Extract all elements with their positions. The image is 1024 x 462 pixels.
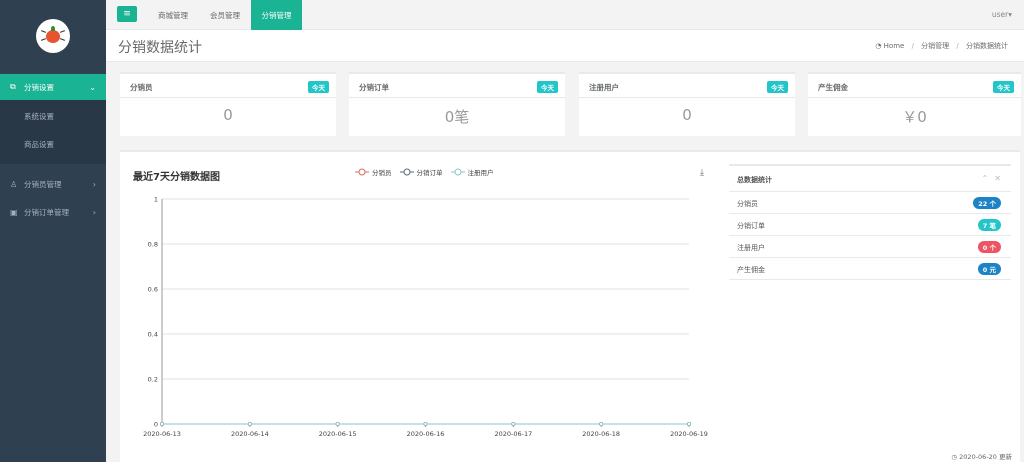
summary-row-registered-users: 注册用户 0 个 xyxy=(729,236,1011,258)
summary-box: 总数据统计 ⌃ ✕ 分销员 22 个 分销订单 7 笔 注册用户 0 个 产生佣… xyxy=(729,164,1011,282)
card-value: 0笔 xyxy=(444,108,470,126)
count-badge: 7 笔 xyxy=(977,219,1001,231)
stat-card-orders: 分销订单 今天 0笔 xyxy=(349,72,565,136)
sitemap-icon: ⧉ xyxy=(10,82,16,91)
today-badge: 今天 xyxy=(993,81,1014,93)
x-tick-label: 2020-06-19 xyxy=(670,430,708,438)
sidebar-item-label: 分销订单管理 xyxy=(24,207,69,217)
dashboard-icon: ◔ xyxy=(875,42,882,50)
last-updated: ◷ 2020-06-20 更新 xyxy=(951,451,1012,461)
sidebar: ⧉ 分销设置 ⌄ 系统设置 商品设置 ♙ 分销员管理 › ▣ 分销订单管理 › xyxy=(0,0,106,462)
logo-spark-icon xyxy=(40,38,47,41)
top-navbar: ≡ 商城管理 会员管理 分销管理 user▾ xyxy=(106,0,1024,30)
summary-row-distributors: 分销员 22 个 xyxy=(729,192,1011,214)
stat-card-commission: 产生佣金 今天 ￥0 xyxy=(808,72,1021,136)
card-value: 0 xyxy=(682,106,692,124)
sidebar-item-distributors[interactable]: ♙ 分销员管理 › xyxy=(0,170,106,198)
close-icon[interactable]: ✕ xyxy=(994,174,1001,183)
summary-tools: ⌃ ✕ xyxy=(982,174,1001,183)
sidebar-subitem-system-settings[interactable]: 系统设置 xyxy=(0,102,106,130)
logo-fruit-icon xyxy=(46,25,60,43)
tab-distribution-management[interactable]: 分销管理 xyxy=(251,0,302,30)
user-dropdown[interactable]: user▾ xyxy=(992,10,1012,19)
y-tick-label: 0.4 xyxy=(148,331,158,339)
x-tick-label: 2020-06-15 xyxy=(319,430,357,438)
summary-row-orders: 分销订单 7 笔 xyxy=(729,214,1011,236)
summary-label: 分销员 xyxy=(737,200,758,208)
data-point xyxy=(335,421,340,426)
tab-member-management[interactable]: 会员管理 xyxy=(199,0,251,30)
summary-header: 总数据统计 ⌃ ✕ xyxy=(729,166,1011,192)
card-title: 注册用户 xyxy=(589,83,619,92)
x-tick-label: 2020-06-17 xyxy=(494,430,532,438)
y-tick-label: 0.6 xyxy=(148,286,158,294)
stat-card-registered-users: 注册用户 今天 0 xyxy=(579,72,795,136)
chevron-right-icon: › xyxy=(92,179,96,189)
y-tick-label: 0 xyxy=(154,421,158,429)
x-tick-label: 2020-06-13 xyxy=(143,430,181,438)
chevron-down-icon: ⌄ xyxy=(89,82,96,92)
data-point xyxy=(687,421,692,426)
summary-row-commission: 产生佣金 0 元 xyxy=(729,258,1011,280)
y-tick-label: 0.2 xyxy=(148,376,158,384)
line-chart: 0 0.2 0.4 0.6 0.8 1 2020-06-13 2020-06-14 2020-0… xyxy=(143,196,708,439)
sidebar-subitem-product-settings[interactable]: 商品设置 xyxy=(0,130,106,158)
menu-toggle-button[interactable]: ≡ xyxy=(117,6,137,22)
logo[interactable] xyxy=(36,19,70,53)
y-tick-label: 0.8 xyxy=(148,241,158,249)
logo-spark-icon xyxy=(40,30,47,33)
today-badge: 今天 xyxy=(537,81,558,93)
count-badge: 22 个 xyxy=(973,197,1001,209)
tab-mall-management[interactable]: 商城管理 xyxy=(147,0,199,30)
logo-area xyxy=(0,0,106,72)
breadcrumb-distribution[interactable]: 分销管理 xyxy=(921,42,949,50)
summary-label: 分销订单 xyxy=(737,222,765,230)
chevron-right-icon: › xyxy=(92,207,96,217)
data-point xyxy=(423,421,428,426)
card-value: ￥0 xyxy=(902,108,927,126)
sidebar-item-label: 分销设置 xyxy=(24,82,54,92)
breadcrumb-current: 分销数据统计 xyxy=(966,42,1008,50)
stat-card-distributors: 分销员 今天 0 xyxy=(120,72,336,136)
collapse-icon[interactable]: ⌃ xyxy=(982,174,989,183)
x-tick-label: 2020-06-14 xyxy=(231,430,269,438)
user-icon: ♙ xyxy=(10,179,18,189)
breadcrumb-home[interactable]: Home xyxy=(884,42,905,50)
x-tick-label: 2020-06-18 xyxy=(582,430,620,438)
card-title: 分销员 xyxy=(130,83,153,92)
bars-icon: ≡ xyxy=(123,9,131,19)
data-point xyxy=(160,421,165,426)
summary-label: 注册用户 xyxy=(737,244,765,252)
breadcrumb: ◔ Home / 分销管理 / 分销数据统计 xyxy=(875,42,1008,50)
page-title: 分销数据统计 xyxy=(118,40,202,56)
data-point xyxy=(599,421,604,426)
logo-spark-icon xyxy=(59,38,66,41)
y-tick-label: 1 xyxy=(154,196,158,204)
summary-title: 总数据统计 xyxy=(737,176,772,184)
card-value: 0 xyxy=(223,106,233,124)
count-badge: 0 个 xyxy=(977,241,1001,253)
summary-label: 产生佣金 xyxy=(737,266,765,274)
today-badge: 今天 xyxy=(767,81,788,93)
sidebar-item-distribution-settings[interactable]: ⧉ 分销设置 ⌄ xyxy=(0,74,106,100)
today-badge: 今天 xyxy=(308,81,329,93)
data-point xyxy=(511,421,516,426)
sidebar-item-label: 分销员管理 xyxy=(24,179,62,189)
x-tick-label: 2020-06-16 xyxy=(407,430,445,438)
clock-icon: ◷ xyxy=(951,453,958,461)
last-updated-text: 2020-06-20 更新 xyxy=(959,453,1012,461)
data-point xyxy=(247,421,252,426)
sidebar-item-distribution-orders[interactable]: ▣ 分销订单管理 › xyxy=(0,198,106,226)
card-title: 产生佣金 xyxy=(818,83,848,92)
order-icon: ▣ xyxy=(10,207,18,217)
card-title: 分销订单 xyxy=(359,83,389,92)
logo-spark-icon xyxy=(59,30,66,33)
sidebar-submenu: 系统设置 商品设置 xyxy=(0,100,106,164)
count-badge: 0 元 xyxy=(977,263,1001,275)
page-heading: 分销数据统计 ◔ Home / 分销管理 / 分销数据统计 xyxy=(106,30,1024,62)
